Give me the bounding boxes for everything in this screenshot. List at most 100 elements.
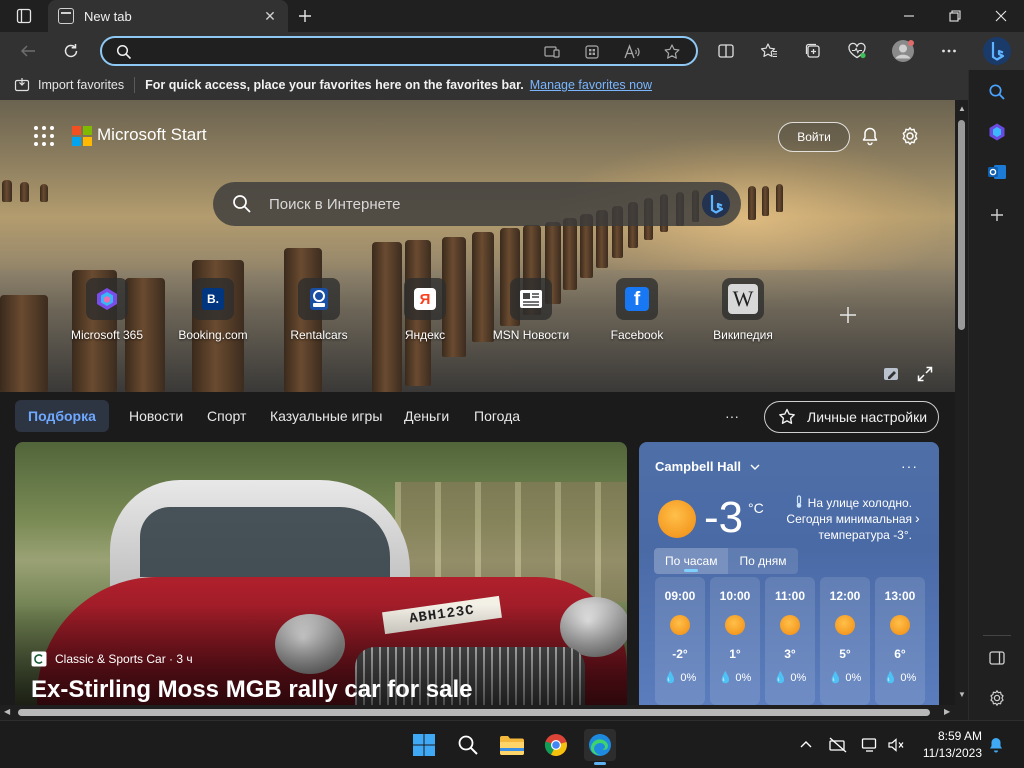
hourly-forecast-item[interactable]: 09:00 -2° 💧 0% — [655, 577, 705, 705]
quick-link-msn-news[interactable]: MSN Новости — [491, 278, 571, 348]
sidebar-settings-icon[interactable] — [985, 686, 1009, 710]
quick-link-rentalcars[interactable]: Rentalcars — [279, 278, 359, 348]
weather-description[interactable]: На улице холодно. Сегодня минимальная те… — [784, 495, 912, 543]
display-icon[interactable] — [860, 735, 880, 755]
address-input[interactable] — [138, 42, 538, 60]
expand-fullscreen-icon[interactable] — [913, 362, 937, 386]
notifications-bell-icon[interactable] — [986, 735, 1006, 755]
quick-link-facebook[interactable]: f Facebook — [597, 278, 677, 348]
edge-button[interactable] — [584, 729, 616, 765]
scroll-left-icon[interactable]: ◀ — [4, 707, 10, 716]
hide-sidebar-icon[interactable] — [985, 646, 1009, 670]
microsoft-start-brand[interactable]: Microsoft Start — [97, 125, 207, 145]
web-search-input[interactable] — [269, 194, 669, 214]
quick-link-yandex[interactable]: Я Яндекс — [385, 278, 465, 348]
settings-more-icon[interactable] — [937, 39, 961, 63]
minimize-button[interactable] — [886, 0, 932, 32]
sidebar-outlook-icon[interactable] — [985, 160, 1009, 184]
personalize-button[interactable]: Личные настройки — [764, 401, 939, 433]
chrome-button[interactable] — [540, 729, 572, 761]
file-explorer-button[interactable] — [496, 729, 528, 761]
sidebar-search-icon[interactable] — [985, 80, 1009, 104]
sign-in-button[interactable]: Войти — [778, 122, 850, 152]
app-available-icon[interactable] — [542, 42, 562, 62]
tab-actions-icon[interactable] — [14, 6, 34, 26]
address-bar[interactable] — [100, 36, 698, 66]
quick-link-booking[interactable]: B. Booking.com — [173, 278, 253, 348]
horizontal-scroll-thumb[interactable] — [18, 709, 930, 716]
bing-chat-icon[interactable] — [701, 189, 731, 219]
notifications-bell-icon[interactable] — [858, 124, 882, 148]
edit-background-icon[interactable] — [879, 362, 903, 386]
feed-tab-casual-games[interactable]: Казуальные игры — [270, 400, 382, 432]
browser-tab[interactable]: New tab ✕ — [48, 0, 288, 32]
vertical-scroll-thumb[interactable] — [958, 120, 965, 330]
sunny-weather-icon — [725, 615, 745, 635]
network-disconnected-icon[interactable] — [828, 735, 848, 755]
scroll-up-icon[interactable]: ▲ — [958, 104, 966, 113]
forecast-tab-hourly[interactable]: По часам — [654, 548, 729, 574]
feed-tab-money[interactable]: Деньги — [404, 400, 449, 432]
weather-card[interactable]: Campbell Hall ··· -3 °C На улице холодно… — [639, 442, 939, 705]
quick-link-microsoft-365[interactable]: Microsoft 365 — [67, 278, 147, 348]
feed-tab-top-stories[interactable]: Подборка — [15, 400, 109, 432]
add-quick-link-icon[interactable] — [836, 303, 860, 327]
hourly-forecast-item[interactable]: 11:00 3° 💧 0% — [765, 577, 815, 705]
system-clock[interactable]: 8:59 AM 11/13/2023 — [918, 728, 982, 762]
feed-more-button[interactable]: ··· — [725, 400, 739, 432]
refresh-button[interactable] — [57, 37, 85, 65]
web-search-box[interactable] — [213, 182, 741, 226]
personalize-label: Личные настройки — [807, 409, 928, 425]
forecast-tab-daily[interactable]: По дням — [728, 548, 798, 574]
show-hidden-icons-chevron-up-icon[interactable] — [796, 735, 816, 755]
new-tab-icon — [58, 8, 74, 24]
read-aloud-icon[interactable] — [622, 42, 642, 62]
feed-tab-news[interactable]: Новости — [129, 400, 183, 432]
new-tab-button[interactable] — [295, 6, 315, 26]
hourly-forecast-item[interactable]: 12:00 5° 💧 0% — [820, 577, 870, 705]
hourly-forecast-item[interactable]: 13:00 6° 💧 0% — [875, 577, 925, 705]
windows-logo-icon — [413, 734, 435, 756]
quick-link-wikipedia[interactable]: W Википедия — [703, 278, 783, 348]
extensions-grid-icon[interactable] — [582, 42, 602, 62]
manage-favorites-link[interactable]: Manage favorites now — [530, 78, 652, 92]
close-window-button[interactable] — [978, 0, 1024, 32]
browser-essentials-icon[interactable] — [845, 39, 869, 63]
taskbar-search-button[interactable] — [452, 729, 484, 761]
feed-tab-sport[interactable]: Спорт — [207, 400, 246, 432]
favorites-icon[interactable] — [757, 39, 781, 63]
collections-icon[interactable] — [801, 39, 825, 63]
sidebar-add-icon[interactable] — [985, 203, 1009, 227]
forecast-hour: 10:00 — [719, 589, 751, 603]
start-button[interactable] — [408, 729, 440, 761]
apps-launcher-icon[interactable] — [34, 126, 54, 146]
vertical-scrollbar[interactable]: ▲ ▼ — [955, 100, 968, 705]
microsoft-logo-icon — [72, 126, 92, 146]
sunny-weather-icon — [780, 615, 800, 635]
temperature-unit[interactable]: °C — [748, 500, 764, 516]
article-title[interactable]: Ex-Stirling Moss MGB rally car for sale — [31, 676, 472, 704]
chevron-right-icon[interactable]: › — [915, 510, 920, 526]
feed-tab-weather[interactable]: Погода — [474, 400, 520, 432]
copilot-icon[interactable] — [982, 36, 1012, 66]
article-source[interactable]: Classic & Sports Car · 3 ч — [31, 651, 193, 667]
volume-muted-icon[interactable] — [886, 735, 906, 755]
profile-avatar[interactable] — [891, 39, 915, 63]
weather-location[interactable]: Campbell Hall — [655, 459, 761, 474]
forecast-precipitation: 💧 0% — [710, 671, 760, 684]
weather-more-button[interactable]: ··· — [901, 458, 918, 474]
restore-button[interactable] — [932, 0, 978, 32]
add-favorite-star-icon[interactable] — [662, 42, 682, 62]
sidebar-copilot-icon[interactable] — [985, 120, 1009, 144]
scroll-right-icon[interactable]: ▶ — [944, 707, 950, 716]
hourly-forecast-item[interactable]: 10:00 1° 💧 0% — [710, 577, 760, 705]
close-tab-icon[interactable]: ✕ — [258, 4, 282, 28]
import-favorites-button[interactable]: Import favorites — [14, 77, 124, 93]
featured-article-card[interactable]: ABH123C Classic & Sports Car · 3 ч Ex-St… — [15, 442, 627, 705]
horizontal-scrollbar[interactable]: ◀ ▶ — [0, 705, 968, 720]
scroll-down-icon[interactable]: ▼ — [958, 690, 966, 699]
page-settings-gear-icon[interactable] — [898, 124, 922, 148]
wikipedia-icon: W — [722, 278, 764, 320]
split-screen-icon[interactable] — [714, 39, 738, 63]
back-button[interactable] — [14, 37, 42, 65]
